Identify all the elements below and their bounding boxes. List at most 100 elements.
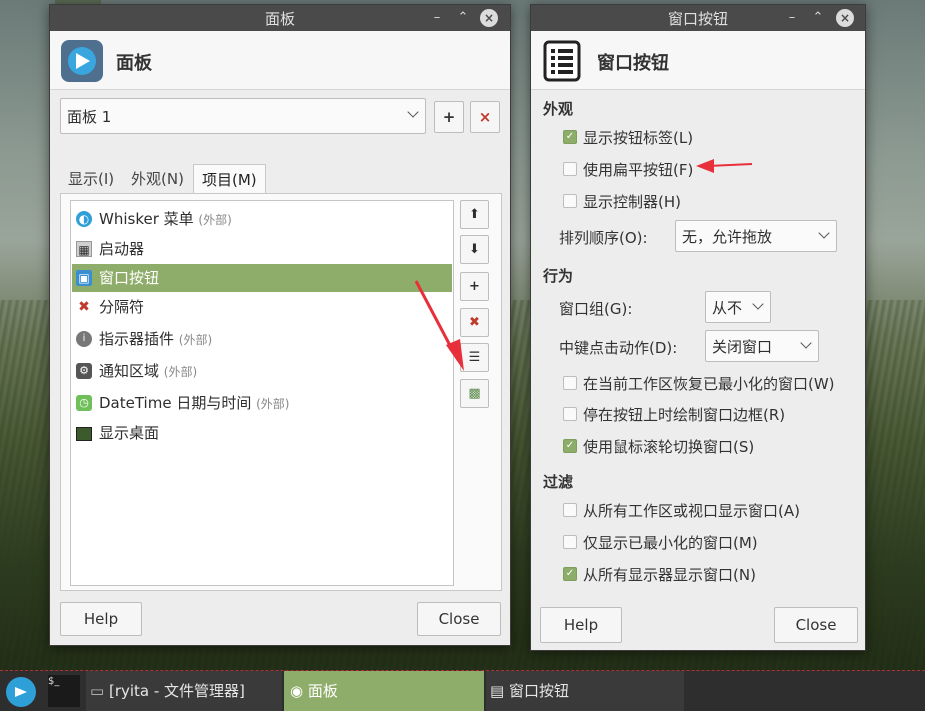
window-group-select[interactable]: 从不: [705, 291, 771, 323]
whisker-menu-button[interactable]: [6, 677, 36, 707]
tab-appearance[interactable]: 外观(N): [123, 164, 192, 194]
sort-order-select[interactable]: 无，允许拖放: [675, 220, 837, 252]
plus-icon: +: [442, 108, 456, 126]
taskbar: $_ ▭ [ryita - 文件管理器] ◉ 面板 ▤ 窗口按钮: [0, 670, 925, 711]
panel-select[interactable]: 面板 1: [60, 98, 426, 134]
add-panel-button[interactable]: +: [434, 101, 464, 133]
help-button[interactable]: Help: [540, 607, 622, 643]
draw-frame-label[interactable]: 停在按钮上时绘制窗口边框(R): [583, 404, 785, 425]
close-label: Close: [795, 616, 837, 634]
show-handle-label[interactable]: 显示控制器(H): [583, 191, 681, 212]
item-note: (外部): [198, 213, 232, 227]
task-file-manager[interactable]: ▭ [ryita - 文件管理器]: [86, 671, 282, 711]
list-item[interactable]: ✖ 分隔符: [72, 293, 452, 321]
item-label: Whisker 菜单: [99, 210, 194, 228]
whisker-icon: ◐: [76, 211, 92, 227]
remove-icon: ×: [478, 108, 492, 126]
item-label: 窗口按钮: [99, 269, 160, 287]
folder-icon: ▭: [90, 682, 105, 700]
prefs-titlebar[interactable]: 窗口按钮 – ⌃ ×: [531, 5, 865, 31]
window-group-label: 窗口组(G):: [559, 300, 633, 318]
item-label: DateTime 日期与时间: [99, 394, 252, 412]
plus-icon: +: [469, 279, 480, 294]
maximize-icon[interactable]: ⌃: [809, 9, 827, 27]
list-item[interactable]: i 指示器插件 (外部): [72, 325, 452, 353]
show-labels-checkbox[interactable]: ✓: [563, 130, 577, 144]
list-item[interactable]: 显示桌面: [72, 419, 452, 447]
item-note: (外部): [256, 397, 290, 411]
remove-panel-button[interactable]: ×: [470, 101, 500, 133]
panel-titlebar[interactable]: 面板 – ⌃ ×: [50, 5, 510, 31]
chevron-down-icon: [818, 227, 830, 239]
move-down-button[interactable]: ⬇: [460, 235, 489, 264]
scroll-switch-checkbox[interactable]: ✓: [563, 439, 577, 453]
chevron-down-icon: [800, 337, 812, 349]
section-behaviour: 行为: [543, 267, 574, 285]
help-button[interactable]: Help: [60, 602, 142, 636]
tab-display[interactable]: 显示(I): [60, 164, 122, 194]
clock-icon: ◷: [76, 395, 92, 411]
list-item[interactable]: ◷ DateTime 日期与时间 (外部): [72, 389, 452, 417]
scroll-switch-label[interactable]: 使用鼠标滚轮切换窗口(S): [583, 436, 754, 457]
restore-minimized-label[interactable]: 在当前工作区恢复已最小化的窗口(W): [583, 373, 835, 394]
header-title: 窗口按钮: [597, 53, 669, 74]
close-button[interactable]: Close: [774, 607, 858, 643]
sort-order-label: 排列顺序(O):: [559, 229, 648, 247]
maximize-icon[interactable]: ⌃: [454, 9, 472, 27]
tab-label: 外观(N): [131, 170, 184, 188]
task-label: 窗口按钮: [508, 682, 569, 700]
flat-buttons-label[interactable]: 使用扁平按钮(F): [583, 159, 693, 180]
show-handle-checkbox[interactable]: [563, 194, 577, 208]
all-monitors-label[interactable]: 从所有显示器显示窗口(N): [583, 564, 756, 585]
header-title: 面板: [116, 53, 152, 74]
close-icon[interactable]: ×: [480, 9, 498, 27]
flat-buttons-checkbox[interactable]: [563, 162, 577, 176]
task-panel[interactable]: ◉ 面板: [284, 671, 484, 711]
task-label: 面板: [307, 682, 338, 700]
all-workspaces-checkbox[interactable]: [563, 503, 577, 517]
show-labels-label[interactable]: 显示按钮标签(L): [583, 127, 693, 148]
chevron-down-icon: [752, 298, 764, 310]
whisker-icon: [15, 687, 27, 697]
properties-icon: ☰: [468, 350, 481, 365]
tab-label: 项目(M): [202, 171, 257, 189]
list-item[interactable]: ⚙ 通知区域 (外部): [72, 357, 452, 385]
chevron-down-icon: [407, 106, 419, 118]
list-document-icon: [543, 40, 581, 82]
tab-items[interactable]: 项目(M): [193, 164, 266, 195]
item-note: (外部): [178, 333, 213, 347]
move-up-button[interactable]: ⬆: [460, 200, 489, 229]
indicator-icon: i: [76, 331, 92, 347]
window-buttons-preferences-window: 窗口按钮 – ⌃ × 窗口按钮 外观 ✓ 显示按钮标签(L) 使用扁平按钮(F)…: [530, 4, 866, 651]
list-item[interactable]: ◐ Whisker 菜单 (外部): [72, 205, 452, 233]
remove-icon: ✖: [469, 315, 480, 330]
item-label: 启动器: [99, 240, 145, 258]
close-button[interactable]: Close: [417, 602, 501, 636]
add-item-button[interactable]: +: [460, 272, 489, 301]
minimize-icon[interactable]: –: [428, 9, 446, 27]
all-workspaces-label[interactable]: 从所有工作区或视口显示窗口(A): [583, 500, 800, 521]
terminal-launcher[interactable]: $_: [48, 675, 80, 707]
close-icon[interactable]: ×: [836, 9, 854, 27]
list-item[interactable]: ▣ 窗口按钮: [72, 264, 452, 292]
items-list[interactable]: ◐ Whisker 菜单 (外部) ▦ 启动器 ▣ 窗口按钮 ✖ 分隔符 i 指…: [70, 200, 454, 586]
panel-select-value: 面板 1: [67, 108, 112, 126]
remove-item-button[interactable]: ✖: [460, 308, 489, 337]
list-document-icon: ▤: [490, 682, 505, 700]
list-item[interactable]: ▦ 启动器: [72, 235, 452, 263]
window-buttons-icon: ▣: [76, 270, 92, 286]
all-monitors-checkbox[interactable]: ✓: [563, 567, 577, 581]
item-properties-button[interactable]: ☰: [460, 343, 489, 372]
draw-frame-checkbox[interactable]: [563, 407, 577, 421]
task-window-buttons[interactable]: ▤ 窗口按钮: [486, 671, 684, 711]
sort-order-value: 无，允许拖放: [682, 228, 773, 246]
only-minimized-checkbox[interactable]: [563, 535, 577, 549]
help-label: Help: [83, 610, 119, 628]
about-item-button[interactable]: ▩: [460, 379, 489, 408]
middle-click-select[interactable]: 关闭窗口: [705, 330, 819, 362]
panel-header: 面板: [50, 31, 510, 90]
minimize-icon[interactable]: –: [783, 9, 801, 27]
item-label: 显示桌面: [99, 424, 160, 442]
restore-minimized-checkbox[interactable]: [563, 376, 577, 390]
only-minimized-label[interactable]: 仅显示已最小化的窗口(M): [583, 532, 758, 553]
